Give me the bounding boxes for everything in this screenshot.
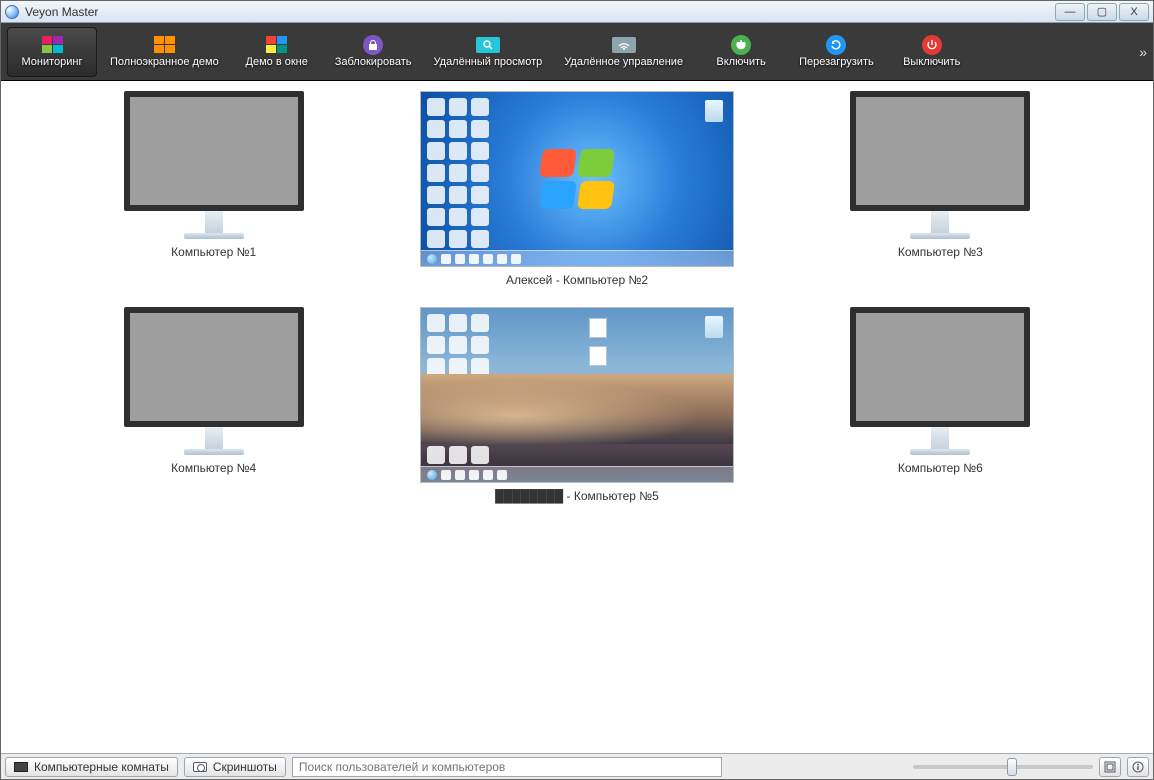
close-button[interactable]: X: [1119, 3, 1149, 21]
toolbar-label: Включить: [716, 56, 765, 68]
windowed-demo-icon: [265, 36, 289, 54]
toolbar-label: Удалённое управление: [564, 56, 683, 68]
reboot-icon: [824, 36, 848, 54]
rooms-icon: [14, 762, 28, 772]
titlebar[interactable]: Veyon Master — ▢ X: [1, 1, 1153, 23]
computer-label: Компьютер №3: [898, 245, 983, 259]
computer-label: Компьютер №1: [171, 245, 256, 259]
screenshots-label: Скриншоты: [213, 760, 277, 774]
remote-view-icon: [476, 36, 500, 54]
toolbar-label: Полноэкранное демо: [110, 56, 219, 68]
fit-view-button[interactable]: [1099, 757, 1121, 777]
toolbar-label: Удалённый просмотр: [434, 56, 543, 68]
fit-icon: [1104, 761, 1116, 773]
power-off-icon: [920, 36, 944, 54]
toolbar-label: Заблокировать: [335, 56, 412, 68]
info-icon: [1132, 761, 1144, 773]
status-bar: Компьютерные комнаты Скриншоты: [1, 753, 1153, 779]
computer-tile[interactable]: Компьютер №1: [52, 91, 375, 287]
toolbar-label: Демо в окне: [246, 56, 308, 68]
computer-label: ████████ - Компьютер №5: [495, 489, 659, 503]
info-button[interactable]: [1127, 757, 1149, 777]
toolbar-label: Выключить: [903, 56, 960, 68]
offline-monitor-icon: [124, 307, 304, 455]
computer-label: Компьютер №4: [171, 461, 256, 475]
computer-tile[interactable]: Компьютер №4: [52, 307, 375, 503]
remote-control-icon: [612, 36, 636, 54]
windowed-demo-button[interactable]: Демо в окне: [232, 27, 322, 77]
computer-tile[interactable]: Алексей - Компьютер №2: [415, 91, 738, 287]
offline-monitor-icon: [124, 91, 304, 239]
power-off-button[interactable]: Выключить: [887, 27, 977, 77]
reboot-button[interactable]: Перезагрузить: [790, 27, 883, 77]
power-on-icon: [729, 36, 753, 54]
lock-icon: [361, 36, 385, 54]
rooms-panel-button[interactable]: Компьютерные комнаты: [5, 757, 178, 777]
zoom-slider-handle[interactable]: [1007, 758, 1017, 776]
computer-tile[interactable]: Компьютер №6: [779, 307, 1102, 503]
monitor-viewport: Компьютер №1 Алексей - Компьютер №2 Комп…: [1, 81, 1153, 753]
computer-thumbnail: [420, 91, 734, 267]
main-toolbar: Мониторинг Полноэкранное демо Демо в окн…: [1, 23, 1153, 81]
monitoring-button[interactable]: Мониторинг: [7, 27, 97, 77]
toolbar-overflow-icon[interactable]: »: [1139, 44, 1147, 60]
power-on-button[interactable]: Включить: [696, 27, 786, 77]
app-window: Veyon Master — ▢ X Мониторинг Полноэкран…: [0, 0, 1154, 780]
offline-monitor-icon: [850, 307, 1030, 455]
offline-monitor-icon: [850, 91, 1030, 239]
zoom-slider[interactable]: [913, 765, 1093, 769]
computer-grid: Компьютер №1 Алексей - Компьютер №2 Комп…: [52, 91, 1102, 503]
remote-view-button[interactable]: Удалённый просмотр: [425, 27, 552, 77]
computer-label: Компьютер №6: [898, 461, 983, 475]
app-icon: [5, 5, 19, 19]
monitoring-icon: [40, 36, 64, 54]
lock-button[interactable]: Заблокировать: [326, 27, 421, 77]
window-title: Veyon Master: [25, 5, 1055, 19]
computer-tile[interactable]: Компьютер №3: [779, 91, 1102, 287]
remote-control-button[interactable]: Удалённое управление: [555, 27, 692, 77]
search-input[interactable]: [292, 757, 722, 777]
toolbar-label: Перезагрузить: [799, 56, 874, 68]
fullscreen-demo-button[interactable]: Полноэкранное демо: [101, 27, 228, 77]
minimize-button[interactable]: —: [1055, 3, 1085, 21]
computer-label: Алексей - Компьютер №2: [506, 273, 648, 287]
window-controls: — ▢ X: [1055, 3, 1149, 21]
rooms-label: Компьютерные комнаты: [34, 760, 169, 774]
toolbar-label: Мониторинг: [21, 56, 82, 68]
computer-thumbnail: [420, 307, 734, 483]
camera-icon: [193, 762, 207, 772]
screenshots-panel-button[interactable]: Скриншоты: [184, 757, 286, 777]
fullscreen-demo-icon: [152, 36, 176, 54]
maximize-button[interactable]: ▢: [1087, 3, 1117, 21]
computer-tile[interactable]: ████████ - Компьютер №5: [415, 307, 738, 503]
